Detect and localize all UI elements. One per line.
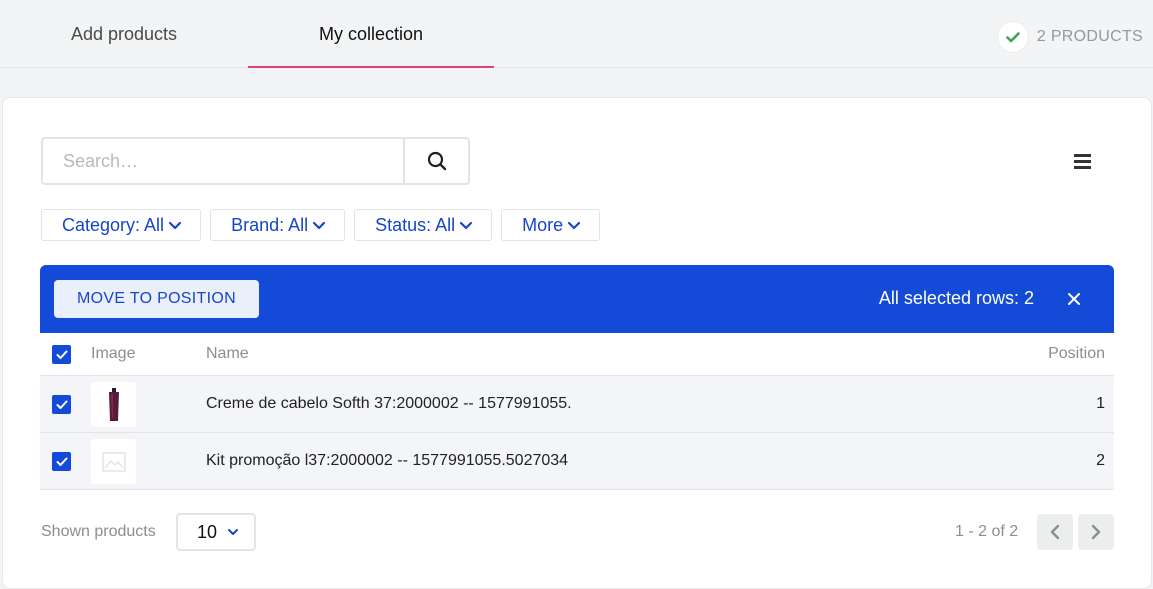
filter-category-label: Category: All: [62, 214, 165, 235]
search-box: [41, 137, 470, 185]
selected-rows-text: All selected rows: 2: [878, 288, 1034, 308]
chevron-down-icon: [313, 221, 326, 229]
filter-more-label: More: [522, 214, 564, 235]
product-name: Creme de cabelo Softh 37:2000002 -- 1577…: [206, 395, 572, 412]
product-thumbnail: [91, 382, 136, 427]
check-icon: [997, 22, 1028, 52]
select-all-checkbox[interactable]: [52, 345, 71, 364]
chevron-down-icon: [228, 529, 239, 535]
product-position: 1: [1096, 395, 1105, 412]
image-placeholder-icon: [91, 439, 136, 484]
check-icon: [56, 400, 67, 409]
search-icon: [427, 151, 446, 171]
tab-my-collection-label: My collection: [318, 23, 424, 44]
search-input[interactable]: [43, 139, 403, 183]
check-icon: [56, 350, 67, 359]
row-checkbox[interactable]: [52, 452, 71, 471]
bulk-action-bar: MOVE TO POSITION All selected rows: 2: [40, 265, 1114, 333]
filter-category[interactable]: Category: All: [41, 209, 202, 241]
next-page-button[interactable]: [1078, 514, 1114, 550]
filter-brand-label: Brand: All: [231, 214, 309, 235]
filter-more[interactable]: More: [501, 209, 601, 241]
row-checkbox[interactable]: [52, 395, 71, 414]
tab-my-collection[interactable]: My collection: [248, 0, 494, 68]
tab-bar: Add products My collection 2 PRODUCTS: [0, 0, 1153, 68]
filter-bar: Category: All Brand: All Status: All Mor…: [41, 209, 609, 241]
chevron-down-icon: [568, 221, 581, 229]
column-header-image: Image: [91, 345, 136, 362]
search-button[interactable]: [403, 139, 468, 183]
table-row[interactable]: Creme de cabelo Softh 37:2000002 -- 1577…: [40, 376, 1114, 433]
previous-page-button[interactable]: [1037, 514, 1073, 550]
product-count-badge: 2 PRODUCTS: [997, 22, 1143, 52]
shown-products-label: Shown products: [41, 523, 156, 540]
page-size-select[interactable]: 10: [176, 513, 256, 551]
page-size-value: 10: [197, 521, 218, 542]
table-row[interactable]: Kit promoção l37:2000002 -- 1577991055.5…: [40, 433, 1114, 490]
product-position: 2: [1096, 452, 1105, 469]
check-icon: [56, 457, 67, 466]
filter-brand[interactable]: Brand: All: [210, 209, 346, 241]
chevron-down-icon: [460, 221, 473, 229]
product-name: Kit promoção l37:2000002 -- 1577991055.5…: [206, 452, 569, 469]
chevron-left-icon: [1050, 524, 1060, 540]
product-count-text: 2 PRODUCTS: [1036, 28, 1143, 45]
filter-status-label: Status: All: [375, 214, 456, 235]
chevron-right-icon: [1091, 524, 1101, 540]
filter-status[interactable]: Status: All: [354, 209, 493, 241]
pagination-info: 1 - 2 of 2: [955, 523, 1019, 540]
move-to-position-button[interactable]: MOVE TO POSITION: [54, 280, 259, 318]
chevron-down-icon: [168, 221, 182, 229]
collection-card: Category: All Brand: All Status: All Mor…: [2, 97, 1152, 589]
table-header-row: Image Name Position: [40, 333, 1114, 376]
column-header-position[interactable]: Position: [1048, 345, 1105, 363]
products-table: Image Name Position Creme de cabelo Soft…: [40, 333, 1114, 490]
column-header-name[interactable]: Name: [206, 345, 249, 363]
tab-add-products[interactable]: Add products: [0, 0, 248, 68]
tab-add-products-label: Add products: [70, 23, 178, 44]
close-icon[interactable]: [1066, 291, 1082, 307]
density-icon[interactable]: [1073, 153, 1093, 171]
